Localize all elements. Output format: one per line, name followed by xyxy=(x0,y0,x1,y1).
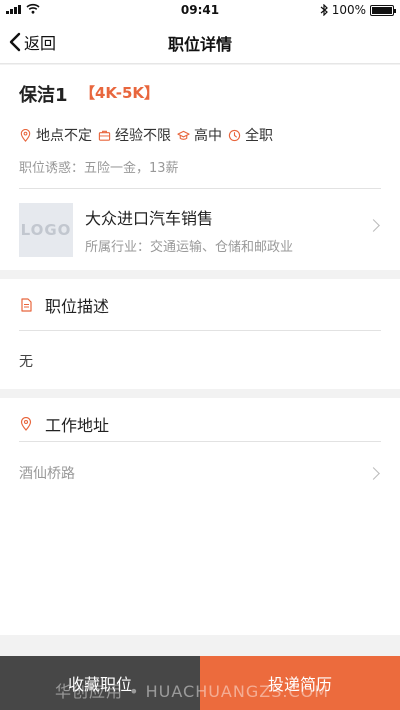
battery-icon xyxy=(370,4,396,16)
job-perks: 职位诱惑：五险一金，13薪 xyxy=(19,161,179,176)
job-summary-card: 保洁1 【4K-5K】 地点不定 经验不限 高中 全职 职位诱惑：五险一金，13… xyxy=(0,65,400,270)
clock-icon xyxy=(228,129,241,141)
nav-bar: 返回 职位详情 xyxy=(0,20,400,64)
company-industry: 所属行业：交通运输、仓储和邮政业 xyxy=(85,240,294,255)
divider xyxy=(19,330,381,331)
document-icon xyxy=(21,298,32,312)
battery-percent: 100% xyxy=(331,3,366,17)
job-tag-label: 高中 xyxy=(194,128,222,144)
description-text: 无 xyxy=(19,354,33,370)
job-description-section: 职位描述 无 xyxy=(0,279,400,389)
company-name: 大众进口汽车销售 xyxy=(85,209,214,228)
chevron-right-icon xyxy=(367,219,380,232)
job-tags: 地点不定 经验不限 高中 全职 xyxy=(19,125,273,145)
job-tag-type: 全职 xyxy=(228,125,273,145)
salary-range: 【4K-5K】 xyxy=(80,84,160,102)
location-pin-icon xyxy=(20,417,32,431)
watermark: 华创应用 • HUACHUANGZS.COM xyxy=(55,682,330,701)
section-title: 工作地址 xyxy=(45,416,110,435)
company-logo: LOGO xyxy=(19,203,73,257)
work-address-section: 工作地址 酒仙桥路 xyxy=(0,398,400,635)
address-text: 酒仙桥路 xyxy=(19,466,75,482)
graduation-cap-icon xyxy=(177,130,190,140)
company-logo-text: LOGO xyxy=(20,221,72,239)
chevron-right-icon xyxy=(367,467,380,480)
section-header: 工作地址 xyxy=(19,412,109,436)
briefcase-icon xyxy=(98,130,111,141)
status-right: 100% xyxy=(320,3,396,17)
section-header: 职位描述 xyxy=(19,293,109,317)
job-tag-label: 经验不限 xyxy=(115,128,171,144)
divider xyxy=(19,188,381,189)
address-row[interactable]: 酒仙桥路 xyxy=(0,453,400,493)
section-title: 职位描述 xyxy=(45,297,110,316)
job-title: 保洁1 xyxy=(19,85,68,106)
job-tag-label: 全职 xyxy=(245,128,273,144)
company-row[interactable]: LOGO 大众进口汽车销售 所属行业：交通运输、仓储和邮政业 xyxy=(0,190,400,270)
bluetooth-icon xyxy=(320,4,328,16)
job-tag-experience: 经验不限 xyxy=(98,125,171,145)
divider xyxy=(19,441,381,442)
status-bar: 09:41 100% xyxy=(0,0,400,20)
battery-fill xyxy=(372,6,392,14)
job-tag-education: 高中 xyxy=(177,125,222,145)
job-tag-location: 地点不定 xyxy=(19,125,92,145)
job-tag-label: 地点不定 xyxy=(36,128,92,144)
page-title: 职位详情 xyxy=(167,35,232,54)
location-pin-icon xyxy=(20,128,31,142)
